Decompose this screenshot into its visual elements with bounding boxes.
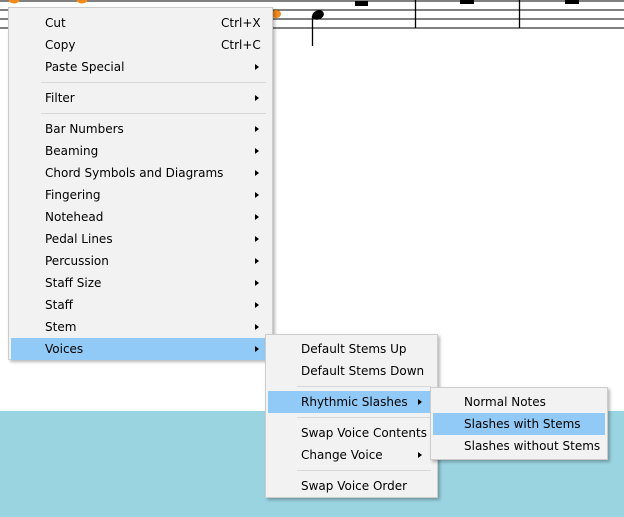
menu-item-pedal-lines[interactable]: Pedal Lines	[11, 228, 270, 250]
rest[interactable]	[355, 1, 368, 6]
menu-item-stem[interactable]: Stem	[11, 316, 270, 338]
menu-item-default-stems-up[interactable]: Default Stems Up	[268, 338, 435, 360]
submenu-arrow-icon	[418, 452, 422, 458]
menu-item-normal-notes[interactable]: Normal Notes	[433, 391, 605, 413]
menu-item-label: Chord Symbols and Diagrams	[45, 166, 224, 180]
menu-item-label: Staff	[45, 298, 73, 312]
menu-item-paste-special[interactable]: Paste Special	[11, 56, 270, 78]
shortcut-label: Ctrl+C	[221, 38, 261, 52]
menu-item-notehead[interactable]: Notehead	[11, 206, 270, 228]
menu-item-label: Normal Notes	[464, 395, 546, 409]
menu-item-copy[interactable]: Copy Ctrl+C	[11, 34, 270, 56]
menu-item-cut[interactable]: Cut Ctrl+X	[11, 12, 270, 34]
menu-item-label: Rhythmic Slashes	[301, 395, 408, 409]
menu-item-percussion[interactable]: Percussion	[11, 250, 270, 272]
submenu-arrow-icon	[255, 126, 259, 132]
notehead-selected[interactable]	[8, 0, 20, 4]
rhythmic-slashes-submenu: Normal Notes Slashes with Stems Slashes …	[430, 387, 608, 460]
menu-item-label: Fingering	[45, 188, 101, 202]
submenu-arrow-icon	[255, 302, 259, 308]
submenu-arrow-icon	[255, 324, 259, 330]
menu-item-label: Bar Numbers	[45, 122, 124, 136]
menu-item-default-stems-down[interactable]: Default Stems Down	[268, 360, 435, 382]
rest[interactable]	[565, 0, 579, 4]
menu-item-change-voice[interactable]: Change Voice	[268, 444, 435, 466]
submenu-arrow-icon	[255, 95, 259, 101]
context-menu: Cut Ctrl+X Copy Ctrl+C Paste Special Fil…	[8, 7, 273, 360]
menu-separator	[297, 417, 431, 418]
menu-item-label: Beaming	[45, 144, 99, 158]
menu-item-label: Cut	[45, 16, 66, 30]
menu-item-label: Pedal Lines	[45, 232, 113, 246]
submenu-arrow-icon	[255, 346, 259, 352]
menu-item-label: Slashes with Stems	[464, 417, 581, 431]
menu-item-label: Default Stems Up	[301, 342, 407, 356]
menu-item-label: Filter	[45, 91, 75, 105]
menu-item-label: Staff Size	[45, 276, 102, 290]
menu-item-chord-symbols[interactable]: Chord Symbols and Diagrams	[11, 162, 270, 184]
menu-separator	[41, 113, 266, 114]
submenu-arrow-icon	[255, 280, 259, 286]
submenu-arrow-icon	[255, 214, 259, 220]
submenu-arrow-icon	[255, 236, 259, 242]
menu-item-beaming[interactable]: Beaming	[11, 140, 270, 162]
submenu-arrow-icon	[255, 148, 259, 154]
menu-item-label: Copy	[45, 38, 76, 52]
notehead-selected[interactable]	[76, 0, 88, 4]
menu-item-staff[interactable]: Staff	[11, 294, 270, 316]
menu-item-label: Percussion	[45, 254, 109, 268]
menu-item-label: Voices	[45, 342, 84, 356]
menu-item-swap-voice-contents[interactable]: Swap Voice Contents	[268, 422, 435, 444]
shortcut-label: Ctrl+X	[221, 16, 261, 30]
menu-item-staff-size[interactable]: Staff Size	[11, 272, 270, 294]
menu-item-bar-numbers[interactable]: Bar Numbers	[11, 118, 270, 140]
menu-item-label: Paste Special	[45, 60, 125, 74]
submenu-arrow-icon	[255, 170, 259, 176]
menu-item-swap-voice-order[interactable]: Swap Voice Order	[268, 475, 435, 497]
menu-item-filter[interactable]: Filter	[11, 87, 270, 109]
menu-separator	[297, 470, 431, 471]
menu-item-rhythmic-slashes[interactable]: Rhythmic Slashes	[268, 391, 435, 413]
submenu-arrow-icon	[255, 192, 259, 198]
menu-item-label: Stem	[45, 320, 77, 334]
menu-separator	[297, 386, 431, 387]
menu-item-slashes-with-stems[interactable]: Slashes with Stems	[433, 413, 605, 435]
submenu-arrow-icon	[418, 399, 422, 405]
submenu-arrow-icon	[255, 64, 259, 70]
menu-separator	[41, 82, 266, 83]
rest[interactable]	[460, 0, 474, 4]
menu-item-fingering[interactable]: Fingering	[11, 184, 270, 206]
menu-item-label: Change Voice	[301, 448, 383, 462]
menu-item-voices[interactable]: Voices	[11, 338, 270, 360]
menu-item-label: Swap Voice Contents	[301, 426, 427, 440]
menu-item-label: Default Stems Down	[301, 364, 425, 378]
menu-item-slashes-without-stems[interactable]: Slashes without Stems	[433, 435, 605, 457]
menu-item-label: Slashes without Stems	[464, 439, 601, 453]
menu-item-label: Notehead	[45, 210, 104, 224]
voices-submenu: Default Stems Up Default Stems Down Rhyt…	[265, 334, 438, 498]
submenu-arrow-icon	[255, 258, 259, 264]
menu-item-label: Swap Voice Order	[301, 479, 408, 493]
